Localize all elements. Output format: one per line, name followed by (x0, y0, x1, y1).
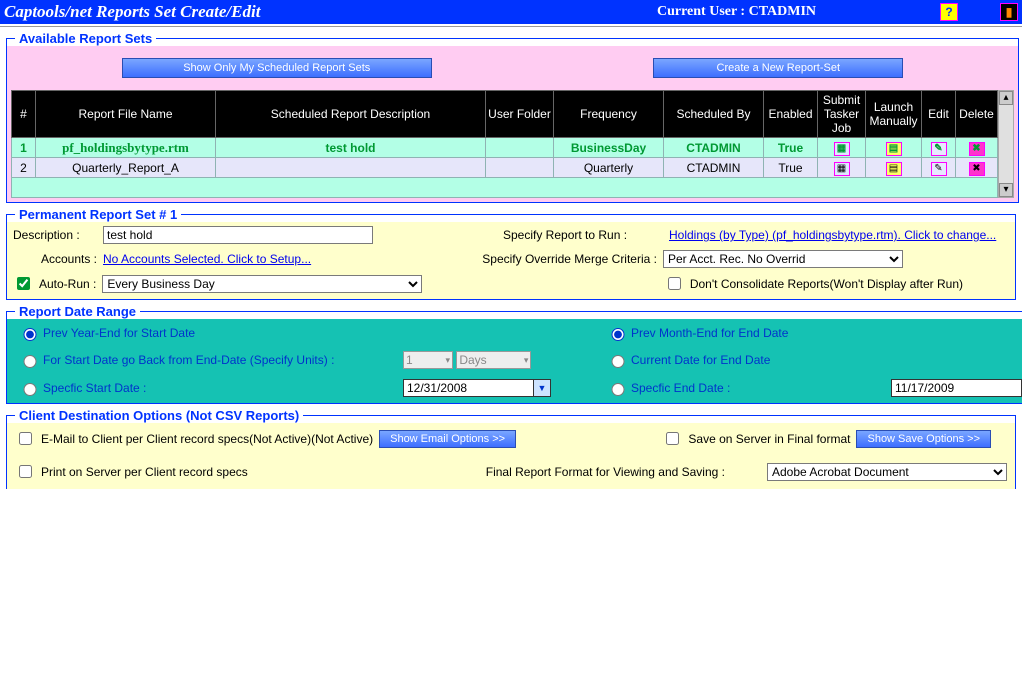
cell-file: Quarterly_Report_A (36, 158, 216, 178)
cell-frequency: Quarterly (554, 158, 664, 178)
current-end-radio[interactable] (608, 355, 628, 368)
edit-icon[interactable]: ✎ (931, 162, 947, 176)
auto-run-select[interactable]: Every Business Day (102, 275, 422, 293)
date-range-legend: Report Date Range (15, 304, 140, 319)
cell-user-folder (486, 138, 554, 158)
specify-report-link[interactable]: Holdings (by Type) (pf_holdingsbytype.rt… (669, 228, 1009, 242)
app-title: Captools/net Reports Set Create/Edit (4, 2, 260, 22)
delete-icon[interactable]: ✖ (969, 142, 985, 156)
final-format-select[interactable]: Adobe Acrobat Document (767, 463, 1007, 481)
col-file: Report File Name (36, 91, 216, 138)
accounts-label: Accounts : (13, 252, 97, 266)
col-desc: Scheduled Report Description (216, 91, 486, 138)
show-save-options-button[interactable]: Show Save Options >> (856, 430, 991, 448)
available-report-sets-section: Available Report Sets Show Only My Sched… (6, 31, 1019, 203)
description-label: Description : (13, 228, 97, 242)
edit-icon[interactable]: ✎ (931, 142, 947, 156)
override-label: Specify Override Merge Criteria : (457, 252, 657, 266)
exit-icon[interactable]: ▮ (1000, 3, 1018, 21)
accounts-link[interactable]: No Accounts Selected. Click to Setup... (103, 252, 311, 266)
col-user-folder: User Folder (486, 91, 554, 138)
client-destination-legend: Client Destination Options (Not CSV Repo… (15, 408, 303, 423)
submit-tasker-icon[interactable]: ▦ (834, 162, 850, 176)
col-submit: Submit Tasker Job (818, 91, 866, 138)
permanent-report-set-section: Permanent Report Set # 1 Description : S… (6, 207, 1016, 300)
specific-start-date-picker[interactable]: ▼ (403, 379, 603, 397)
cell-scheduled-by: CTADMIN (664, 138, 764, 158)
col-num: # (12, 91, 36, 138)
col-launch: Launch Manually (866, 91, 922, 138)
launch-manually-icon[interactable]: ▤ (886, 142, 902, 156)
specific-end-label: Specfic End Date : (631, 381, 891, 395)
help-icon[interactable]: ? (940, 3, 958, 21)
show-only-mine-button[interactable]: Show Only My Scheduled Report Sets (122, 58, 432, 78)
specific-end-date-picker[interactable]: ▼ (891, 379, 1022, 397)
launch-manually-icon[interactable]: ▤ (886, 162, 902, 176)
cell-frequency: BusinessDay (554, 138, 664, 158)
grid-scrollbar[interactable]: ▴ ▾ (998, 90, 1014, 198)
back-from-end-radio[interactable] (20, 355, 40, 368)
scroll-down-icon[interactable]: ▾ (999, 183, 1013, 197)
cell-scheduled-by: CTADMIN (664, 158, 764, 178)
title-bar: Captools/net Reports Set Create/Edit Cur… (0, 0, 1022, 24)
print-on-server-label: Print on Server per Client record specs (41, 465, 401, 479)
auto-run-label: Auto-Run : (39, 277, 96, 291)
description-input[interactable] (103, 226, 373, 244)
specific-end-radio[interactable] (608, 383, 628, 396)
override-merge-select[interactable]: Per Acct. Rec. No Overrid (663, 250, 903, 268)
prev-month-end-label: Prev Month-End for End Date (631, 326, 891, 340)
auto-run-checkbox[interactable] (17, 277, 30, 290)
table-row[interactable]: 2 Quarterly_Report_A Quarterly CTADMIN T… (12, 158, 998, 178)
specific-start-date-input[interactable] (403, 379, 533, 397)
final-format-label: Final Report Format for Viewing and Savi… (486, 465, 725, 479)
cell-enabled: True (764, 158, 818, 178)
prev-year-start-label: Prev Year-End for Start Date (43, 326, 403, 340)
email-to-client-label: E-Mail to Client per Client record specs… (41, 432, 373, 446)
submit-tasker-icon[interactable]: ▦ (834, 142, 850, 156)
specific-end-date-input[interactable] (891, 379, 1021, 397)
client-destination-section: Client Destination Options (Not CSV Repo… (6, 408, 1016, 489)
back-num-select[interactable]: 1▾ (403, 351, 453, 369)
cell-desc: test hold (216, 138, 486, 158)
cell-user-folder (486, 158, 554, 178)
current-end-label: Current Date for End Date (631, 353, 891, 367)
back-from-end-label: For Start Date go Back from End-Date (Sp… (43, 353, 403, 367)
col-edit: Edit (922, 91, 956, 138)
back-unit-select[interactable]: Days▾ (456, 351, 531, 369)
report-date-range-section: Report Date Range Prev Year-End for Star… (6, 304, 1022, 404)
delete-icon[interactable]: ✖ (969, 162, 985, 176)
specify-report-label: Specify Report to Run : (503, 228, 663, 242)
save-on-server-label: Save on Server in Final format (688, 432, 850, 446)
cell-enabled: True (764, 138, 818, 158)
cell-file: pf_holdingsbytype.rtm (36, 138, 216, 158)
scroll-up-icon[interactable]: ▴ (999, 91, 1013, 105)
show-email-options-button[interactable]: Show Email Options >> (379, 430, 516, 448)
cell-num: 1 (12, 138, 36, 158)
create-report-set-button[interactable]: Create a New Report-Set (653, 58, 903, 78)
cell-num: 2 (12, 158, 36, 178)
prev-month-end-radio[interactable] (608, 328, 628, 341)
table-row[interactable]: 1 pf_holdingsbytype.rtm test hold Busine… (12, 138, 998, 158)
available-legend: Available Report Sets (15, 31, 156, 46)
cell-desc (216, 158, 486, 178)
print-on-server-checkbox[interactable] (19, 465, 32, 478)
col-scheduled-by: Scheduled By (664, 91, 764, 138)
table-header-row: # Report File Name Scheduled Report Desc… (12, 91, 998, 138)
col-delete: Delete (956, 91, 998, 138)
dont-consolidate-checkbox[interactable] (668, 277, 681, 290)
specific-start-radio[interactable] (20, 383, 40, 396)
save-on-server-checkbox[interactable] (666, 432, 679, 445)
prev-year-start-radio[interactable] (20, 328, 40, 341)
current-user-label: Current User : CTADMIN (657, 4, 816, 20)
permanent-legend: Permanent Report Set # 1 (15, 207, 181, 222)
col-frequency: Frequency (554, 91, 664, 138)
col-enabled: Enabled (764, 91, 818, 138)
email-to-client-checkbox[interactable] (19, 432, 32, 445)
grid-empty-area (12, 178, 998, 198)
chevron-down-icon[interactable]: ▼ (533, 379, 551, 397)
dont-consolidate-label: Don't Consolidate Reports(Won't Display … (690, 277, 963, 291)
report-sets-table: # Report File Name Scheduled Report Desc… (11, 90, 998, 198)
specific-start-label: Specfic Start Date : (43, 381, 403, 395)
